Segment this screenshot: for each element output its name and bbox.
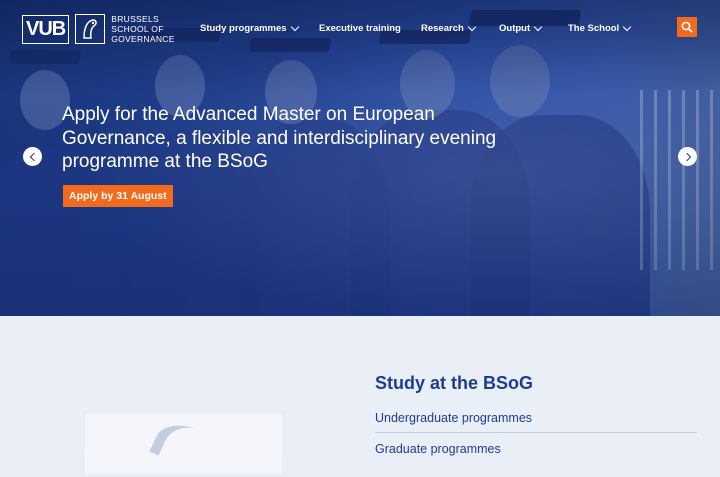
chevron-right-icon [682,152,691,161]
nav-executive-training-label: Executive training [319,23,401,34]
school-name: BRUSSELS SCHOOL OF GOVERNANCE [111,14,174,44]
site-logo[interactable]: VUB BRUSSELS SCHOOL OF GOVERNANCE [22,14,175,44]
divider [375,432,697,433]
carousel-prev-button[interactable] [23,147,42,166]
nav-study-programmes-label: Study programmes [200,23,287,34]
nav-study-programmes[interactable]: Study programmes [200,22,299,34]
chevron-down-icon [533,22,543,32]
chevron-down-icon [622,22,632,32]
nav-output-label: Output [499,23,531,34]
school-name-line-2: SCHOOL OF [111,24,164,34]
school-name-line-1: BRUSSELS [111,14,159,24]
vub-logo: VUB [22,14,70,44]
nav-the-school-label: The School [568,23,620,34]
school-name-line-3: GOVERNANCE [111,34,175,44]
search-button[interactable] [677,17,697,37]
chevron-down-icon [467,22,477,32]
link-undergraduate-programmes[interactable]: Undergraduate programmes [375,411,532,425]
nav-the-school[interactable]: The School [568,22,632,34]
study-image [85,414,282,477]
chevron-down-icon [290,22,299,32]
apply-button[interactable]: Apply by 31 August [63,185,173,207]
leaf-graphic [149,415,221,477]
study-title: Study at the BSoG [375,373,534,393]
nav-output[interactable]: Output [499,22,543,34]
nav-research-label: Research [421,23,464,34]
search-icon [681,21,693,33]
study-section: Study at the BSoG Undergraduate programm… [0,316,720,477]
nav-executive-training[interactable]: Executive training [319,23,401,34]
owl-icon [75,14,106,44]
nav-research[interactable]: Research [421,22,477,34]
hero-headline: Apply for the Advanced Master on Europea… [62,104,497,172]
carousel-next-button[interactable] [678,147,697,166]
link-graduate-programmes[interactable]: Graduate programmes [375,442,501,456]
chevron-left-icon [29,152,38,161]
